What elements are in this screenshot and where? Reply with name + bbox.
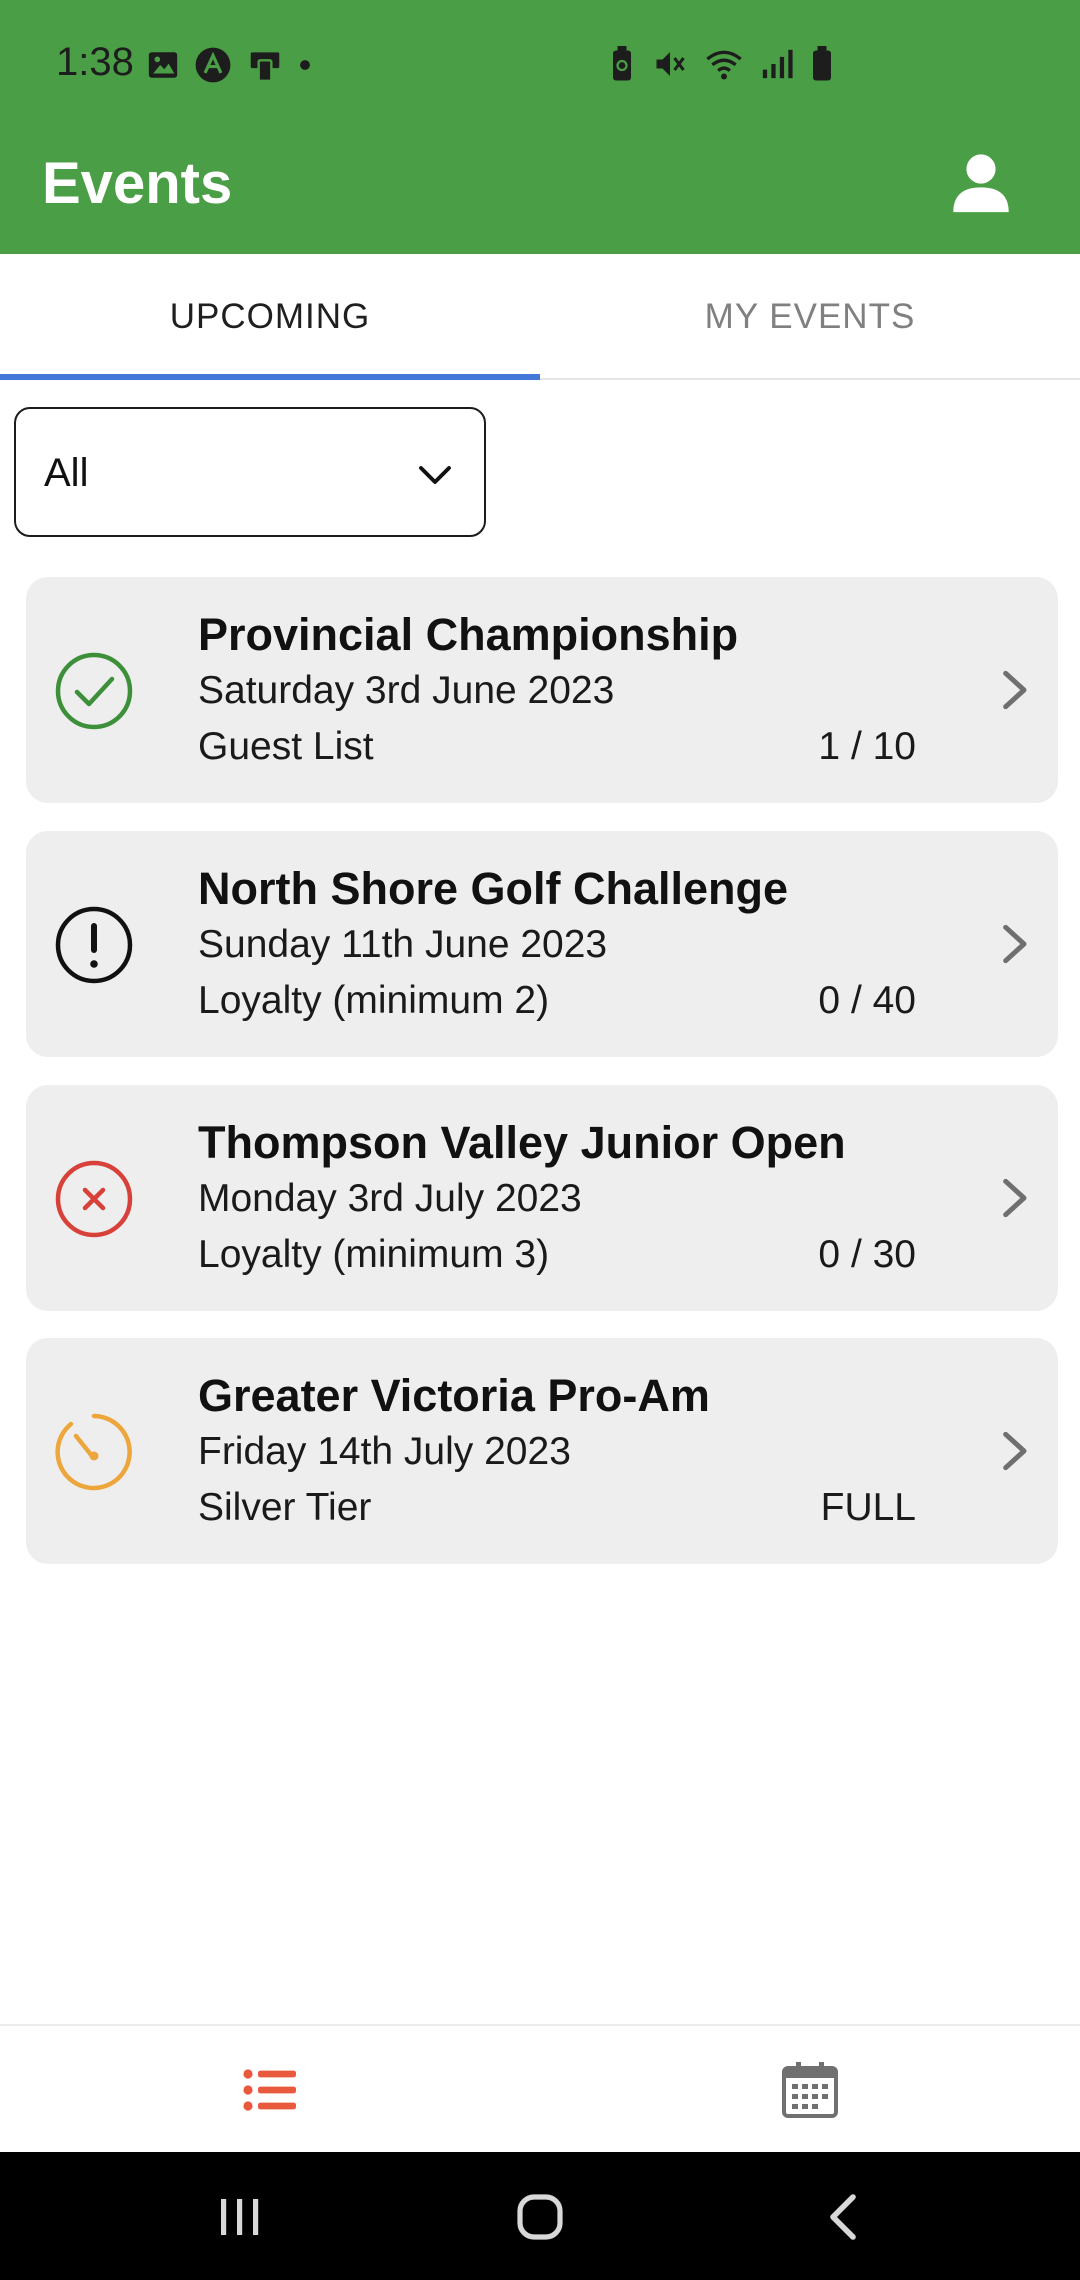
home-button[interactable] [500, 2182, 580, 2252]
profile-icon[interactable] [946, 148, 1016, 218]
event-card[interactable]: North Shore Golf Challenge Sunday 11th J… [26, 831, 1058, 1057]
chevron-right-icon [1003, 924, 1027, 964]
home-icon [517, 2194, 563, 2240]
signal-icon [762, 49, 793, 79]
mute-icon [656, 52, 685, 76]
tab-my-events[interactable]: MY EVENTS [540, 254, 1080, 380]
gallery-icon [148, 52, 178, 78]
filter-selected-value: All [44, 451, 89, 495]
bottom-nav [0, 2024, 1080, 2152]
event-capacity: 0 / 40 [818, 979, 916, 1022]
back-icon [830, 2194, 856, 2240]
event-date: Monday 3rd July 2023 [198, 1177, 582, 1220]
system-nav-bar [0, 2152, 1080, 2280]
dot-icon [300, 60, 310, 70]
app-a-icon [195, 47, 231, 83]
event-tier: Loyalty (minimum 3) [198, 1233, 550, 1276]
timer-icon [55, 1413, 132, 1491]
battery-icon [813, 46, 831, 81]
event-name: Thompson Valley Junior Open [198, 1117, 846, 1168]
x-circle-icon [55, 1160, 133, 1238]
bottom-nav-list[interactable] [0, 2026, 540, 2154]
recents-button[interactable] [200, 2182, 280, 2252]
battery-saver-icon [613, 46, 631, 81]
event-capacity: 1 / 10 [818, 725, 916, 768]
event-date: Saturday 3rd June 2023 [198, 669, 615, 712]
chevron-right-icon [1003, 1431, 1027, 1471]
wifi-icon [706, 50, 742, 80]
event-date: Friday 14th July 2023 [198, 1430, 571, 1473]
chevron-down-icon [419, 466, 451, 484]
event-name: North Shore Golf Challenge [198, 863, 789, 914]
chevron-right-icon [1003, 1178, 1027, 1218]
event-tier: Guest List [198, 725, 374, 768]
event-date: Sunday 11th June 2023 [198, 923, 608, 966]
app-bar: Events [0, 128, 1080, 254]
tab-bar: UPCOMING MY EVENTS [0, 254, 1080, 380]
event-card[interactable]: Thompson Valley Junior Open Monday 3rd J… [26, 1085, 1058, 1311]
tab-indicator [0, 374, 540, 380]
chevron-right-icon [1003, 670, 1027, 710]
tab-upcoming[interactable]: UPCOMING [0, 254, 540, 380]
event-card[interactable]: Greater Victoria Pro-Am Friday 14th July… [26, 1338, 1058, 1564]
event-tier: Silver Tier [198, 1486, 372, 1529]
filter-dropdown[interactable]: All [14, 407, 486, 537]
event-tier: Loyalty (minimum 2) [198, 979, 550, 1022]
event-card[interactable]: Provincial Championship Saturday 3rd Jun… [26, 577, 1058, 803]
status-time: 1:38 [56, 40, 134, 84]
check-circle-icon [55, 652, 133, 730]
event-name: Provincial Championship [198, 609, 739, 660]
back-button[interactable] [803, 2182, 883, 2252]
recents-icon [221, 2199, 259, 2235]
calendar-icon [782, 2062, 838, 2118]
bottom-nav-calendar[interactable] [540, 2026, 1080, 2154]
status-bar: 1:38 [0, 0, 1080, 128]
device-icon [250, 52, 280, 83]
page-title: Events [42, 151, 233, 216]
event-name: Greater Victoria Pro-Am [198, 1370, 710, 1421]
alert-circle-icon [55, 906, 133, 984]
event-capacity: 0 / 30 [818, 1233, 916, 1276]
event-capacity: FULL [820, 1486, 916, 1529]
list-icon [243, 2069, 296, 2111]
